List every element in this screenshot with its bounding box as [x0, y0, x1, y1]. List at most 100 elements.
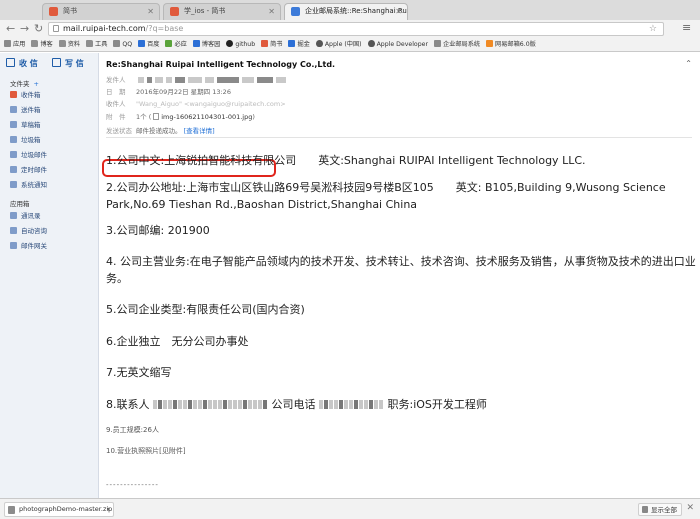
add-folder-button[interactable]: +: [34, 80, 39, 88]
mail-to: 收件人 "Wang_Aiguo" <wangaiguo@ruipaitech.co…: [106, 100, 286, 108]
jianshu-icon: [261, 40, 269, 47]
bookmark-cnblogs[interactable]: 博客园: [192, 38, 220, 51]
apple-icon: [367, 40, 375, 47]
redacted-name: [153, 397, 268, 414]
close-tab-icon[interactable]: ✕: [268, 4, 275, 19]
mail-from: 发件人: [106, 74, 289, 84]
show-all-downloads-button[interactable]: 显示全部: [638, 503, 682, 516]
inbox-icon: [10, 91, 17, 98]
sidebar-item-scheduled[interactable]: 定时邮件: [10, 166, 47, 175]
spam-icon: [10, 151, 17, 158]
github-icon: [226, 40, 234, 47]
sidebar-item-notices[interactable]: 系统通知: [10, 181, 47, 190]
download-icon: [642, 506, 648, 513]
write-button[interactable]: 写 信: [52, 57, 84, 71]
contact-label: 8.联系人: [106, 398, 150, 411]
bookmark-baidu[interactable]: 百度: [138, 38, 159, 51]
sidebar-item-inbox[interactable]: 收件箱: [10, 91, 41, 100]
sidebar-item-drafts[interactable]: 草稿箱: [10, 121, 41, 130]
url-input[interactable]: mail.ruipai-tech.com/?q=base ☆: [48, 22, 664, 36]
baidu-icon: [138, 40, 146, 47]
close-tab-icon[interactable]: ✕: [395, 4, 402, 19]
bookmark-jianshu[interactable]: 简书: [261, 38, 283, 51]
sidebar-item-spam[interactable]: 垃圾邮件: [10, 151, 47, 160]
browser-menu-icon[interactable]: ≡: [682, 21, 691, 35]
folders-header: 文件夹 +: [10, 80, 39, 88]
mail-favicon-icon: [291, 7, 300, 16]
compose-icon: [52, 58, 61, 67]
tab-mail[interactable]: 企业邮局系统::Re:Shanghai Rui ✕: [284, 3, 408, 20]
folder-icon: [31, 40, 39, 47]
juejin-icon: [288, 40, 296, 47]
mail-subject: Re:Shanghai Ruipai Intelligent Technolog…: [106, 60, 336, 69]
sidebar-item-contacts[interactable]: 通讯录: [10, 212, 41, 221]
bookmark-apple-developer[interactable]: Apple Developer: [367, 38, 428, 51]
mail-attachment-row: 附 件 1个 (img-160621104301-001.jpg): [106, 113, 255, 121]
image-file-icon: [153, 113, 160, 120]
tab-bar: 简书 ✕ 学_ios - 简书 ✕ 企业邮局系统::Re:Shanghai Ru…: [0, 0, 700, 20]
bookmark-apple-china[interactable]: Apple (中国): [315, 38, 362, 51]
body-line-5: 5.公司企业类型:有限责任公司(国内合资): [106, 303, 305, 316]
bookmark-qq[interactable]: QQ: [113, 38, 132, 51]
qq-icon: [113, 40, 121, 47]
browser-chrome: 简书 ✕ 学_ios - 简书 ✕ 企业邮局系统::Re:Shanghai Ru…: [0, 0, 700, 52]
download-icon: [6, 58, 15, 67]
bookmark-mail-system[interactable]: 企业邮局系统: [433, 38, 480, 51]
attachment-link[interactable]: img-160621104301-001.jpg: [161, 113, 252, 121]
mail-status: 发送状态 邮件投递成功。 [查看详情]: [106, 127, 215, 135]
sidebar-item-sent[interactable]: 送件箱: [10, 106, 41, 115]
bookmark-folder-resources[interactable]: 资料: [58, 38, 80, 51]
bookmark-star-icon[interactable]: ☆: [649, 23, 657, 35]
body-line-7: 7.无英文缩写: [106, 366, 172, 379]
clock-icon: [10, 166, 17, 173]
header-divider: [106, 137, 692, 138]
page-icon: [433, 40, 441, 47]
bookmark-apps[interactable]: 应用: [4, 38, 25, 51]
apps-header: 应用箱: [10, 200, 30, 208]
tab-learn-ios[interactable]: 学_ios - 简书 ✕: [163, 3, 281, 20]
tab-title: 简书: [63, 7, 77, 15]
signature-separator: ---------------: [106, 481, 159, 489]
back-icon[interactable]: ←: [6, 22, 15, 36]
body-line-9: 9.员工规模:26人: [106, 426, 159, 434]
close-download-bar-icon[interactable]: ✕: [686, 503, 694, 513]
reload-icon[interactable]: ↻: [34, 22, 43, 36]
bookmark-github[interactable]: github: [226, 38, 255, 51]
receive-button[interactable]: 收 信: [6, 57, 38, 71]
download-item[interactable]: photographDemo-master.zip ▾: [4, 502, 114, 517]
jianshu-favicon-icon: [49, 7, 58, 16]
mail-date: 日 期 2016年09月22日 星期四 13:26: [106, 88, 231, 96]
page-info-icon[interactable]: [53, 25, 59, 32]
bookmark-juejin[interactable]: 掘金: [288, 38, 310, 51]
mail-view: Re:Shanghai Ruipai Intelligent Technolog…: [100, 53, 700, 498]
view-details-link[interactable]: [查看详情]: [184, 127, 215, 135]
bookmark-folder-tools[interactable]: 工具: [86, 38, 107, 51]
bookmark-163-mail[interactable]: 网易邮箱6.0版: [486, 38, 536, 51]
url-path: /?q=base: [145, 24, 184, 33]
forward-icon[interactable]: →: [20, 22, 29, 36]
apps-grid-icon: [4, 40, 11, 47]
apple-icon: [315, 40, 323, 47]
chevron-down-icon[interactable]: ▾: [107, 503, 110, 516]
body-line-2: 2.公司办公地址:上海市宝山区铁山路69号吴淞科技园9号楼B区105 英文: B…: [106, 181, 666, 211]
address-bar: ← → ↻ mail.ruipai-tech.com/?q=base ☆: [0, 20, 700, 38]
drafts-icon: [10, 121, 17, 128]
bookmark-folder-blogs[interactable]: 博客: [31, 38, 53, 51]
bookmark-bing[interactable]: 必应: [165, 38, 187, 51]
sidebar-item-trash[interactable]: 垃圾箱: [10, 136, 41, 145]
phone-label: 公司电话: [271, 398, 316, 411]
auto-reply-icon: [10, 227, 17, 234]
gateway-icon: [10, 242, 17, 249]
close-tab-icon[interactable]: ✕: [147, 4, 154, 19]
sidebar-item-auto-reply[interactable]: 自动咨询: [10, 227, 47, 236]
job-title: 职务:iOS开发工程师: [387, 398, 487, 411]
body-line-6: 6.企业独立 无分公司办事处: [106, 335, 249, 348]
tab-jianshu[interactable]: 简书 ✕: [42, 3, 160, 20]
download-bar: photographDemo-master.zip ▾ 显示全部 ✕: [0, 498, 700, 519]
bing-icon: [165, 40, 173, 47]
download-filename: photographDemo-master.zip: [19, 505, 113, 513]
notice-icon: [10, 181, 17, 188]
sidebar-item-gateway[interactable]: 邮件网关: [10, 242, 47, 251]
mail-sidebar: 收 信 写 信 文件夹 + 收件箱 送件箱 草稿箱 垃圾箱 垃圾邮件 定时邮件 系…: [0, 53, 99, 498]
collapse-header-icon[interactable]: ⌃: [685, 59, 692, 68]
